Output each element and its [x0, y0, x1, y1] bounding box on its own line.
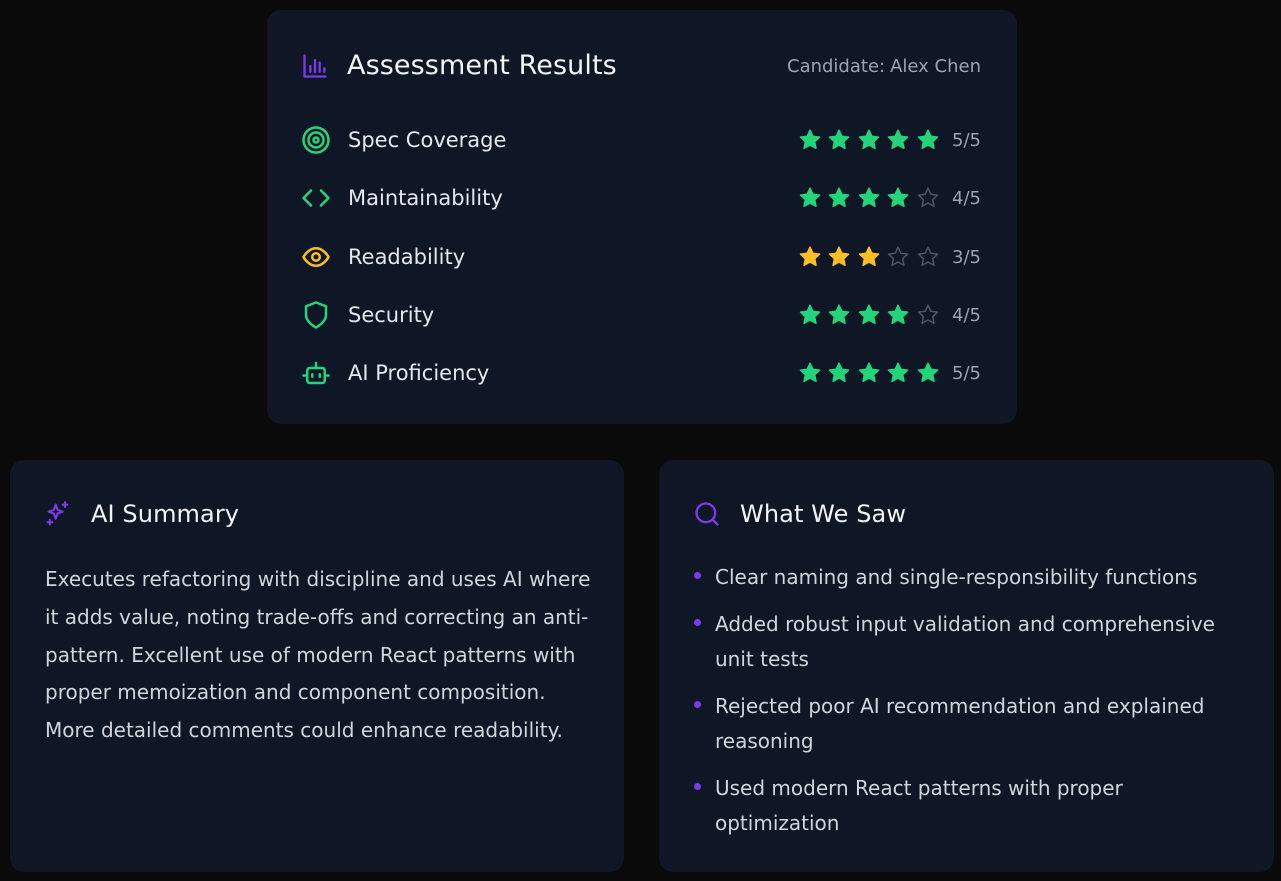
- shield-icon: [301, 300, 331, 330]
- metric-score: 4/5: [952, 304, 981, 326]
- results-header: Assessment Results: [301, 50, 617, 81]
- star-filled-icon: [799, 129, 820, 150]
- list-item: Added robust input validation and compre…: [693, 607, 1248, 677]
- candidate-prefix: Candidate:: [787, 56, 886, 77]
- target-icon: [301, 125, 331, 155]
- star-filled-icon: [828, 362, 850, 383]
- metric-score: 3/5: [952, 246, 981, 268]
- metric-row-spec-coverage: Spec Coverage 5/5: [301, 124, 981, 156]
- metric-row-readability: Readability 3/5: [301, 241, 981, 273]
- star-filled-icon: [917, 129, 938, 150]
- star-filled-icon: [828, 246, 850, 267]
- star-filled-icon: [887, 304, 909, 325]
- list-item: Used modern React patterns with proper o…: [693, 771, 1248, 841]
- metric-score: 4/5: [952, 187, 981, 209]
- bar-chart-icon: [301, 52, 329, 80]
- star-filled-icon: [887, 129, 909, 150]
- star-empty-icon: [917, 304, 938, 325]
- results-title: Assessment Results: [347, 50, 617, 81]
- metric-label: Maintainability: [348, 186, 503, 210]
- star-rating: [798, 245, 946, 269]
- what-we-saw-card: What We Saw Clear naming and single-resp…: [659, 460, 1274, 872]
- bot-icon: [301, 358, 331, 388]
- star-filled-icon: [887, 362, 909, 383]
- metric-label: Readability: [348, 245, 466, 269]
- star-filled-icon: [858, 304, 879, 325]
- star-filled-icon: [828, 304, 850, 325]
- summary-header: AI Summary: [44, 500, 239, 528]
- saw-header: What We Saw: [693, 500, 906, 528]
- star-filled-icon: [858, 187, 879, 208]
- candidate-name: Alex Chen: [890, 56, 981, 77]
- list-item-text: Added robust input validation and compre…: [715, 612, 1215, 671]
- saw-title: What We Saw: [740, 500, 907, 528]
- star-filled-icon: [858, 246, 879, 267]
- star-filled-icon: [799, 362, 820, 383]
- star-filled-icon: [887, 187, 909, 208]
- star-rating: [798, 128, 946, 152]
- star-filled-icon: [858, 129, 879, 150]
- metric-row-maintainability: Maintainability 4/5: [301, 182, 981, 214]
- summary-title: AI Summary: [91, 500, 240, 528]
- list-item-text: Clear naming and single-responsibility f…: [715, 565, 1198, 589]
- sparkles-icon: [44, 500, 72, 528]
- star-empty-icon: [917, 187, 938, 208]
- observations-list: Clear naming and single-responsibility f…: [693, 560, 1248, 853]
- list-item: Clear naming and single-responsibility f…: [693, 560, 1248, 595]
- star-rating: [798, 303, 946, 327]
- summary-text: Executes refactoring with discipline and…: [45, 567, 591, 743]
- star-empty-icon: [917, 246, 938, 267]
- star-filled-icon: [828, 187, 850, 208]
- assessment-results-card: Assessment Results Candidate: Alex Chen S…: [267, 10, 1017, 424]
- bullet-dot: [694, 572, 701, 579]
- code-icon: [301, 183, 331, 213]
- metric-label: AI Proficiency: [348, 361, 490, 385]
- metric-row-security: Security 4/5: [301, 299, 981, 331]
- star-filled-icon: [917, 362, 938, 383]
- list-item-text: Used modern React patterns with proper o…: [715, 776, 1123, 835]
- metric-score: 5/5: [952, 129, 981, 151]
- star-filled-icon: [828, 129, 850, 150]
- star-filled-icon: [799, 187, 820, 208]
- metric-label: Security: [348, 303, 435, 327]
- candidate-info: Candidate: Alex Chen: [787, 56, 981, 77]
- metric-row-ai-proficiency: AI Proficiency 5/5: [301, 357, 981, 389]
- star-empty-icon: [887, 246, 909, 267]
- list-item-text: Rejected poor AI recommendation and expl…: [715, 694, 1205, 753]
- star-rating: [798, 361, 946, 385]
- bullet-dot: [694, 701, 701, 708]
- list-item: Rejected poor AI recommendation and expl…: [693, 689, 1248, 759]
- bullet-dot: [694, 783, 701, 790]
- ai-summary-card: AI Summary Executes refactoring with dis…: [10, 460, 624, 872]
- metric-label: Spec Coverage: [348, 128, 507, 152]
- star-filled-icon: [799, 304, 820, 325]
- star-rating: [798, 186, 946, 210]
- metric-score: 5/5: [952, 362, 981, 384]
- bullet-dot: [694, 619, 701, 626]
- search-icon: [693, 500, 721, 528]
- star-filled-icon: [858, 362, 879, 383]
- eye-icon: [301, 242, 331, 272]
- star-filled-icon: [799, 246, 820, 267]
